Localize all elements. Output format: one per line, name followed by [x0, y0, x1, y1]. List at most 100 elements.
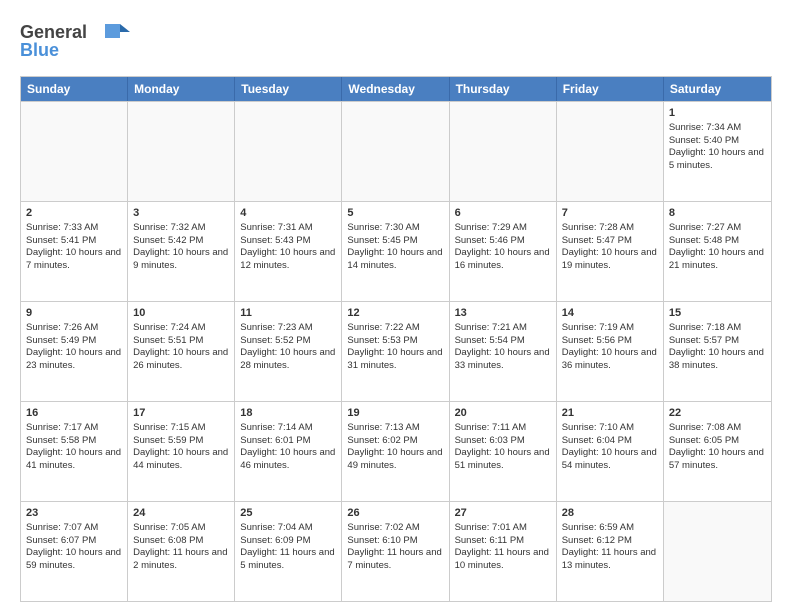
day-info: Sunrise: 7:29 AM Sunset: 5:46 PM Dayligh…: [455, 222, 550, 271]
calendar-cell: 6Sunrise: 7:29 AM Sunset: 5:46 PM Daylig…: [450, 202, 557, 301]
day-info: Sunrise: 7:08 AM Sunset: 6:05 PM Dayligh…: [669, 422, 764, 471]
day-info: Sunrise: 7:17 AM Sunset: 5:58 PM Dayligh…: [26, 422, 121, 471]
calendar-cell: 24Sunrise: 7:05 AM Sunset: 6:08 PM Dayli…: [128, 502, 235, 601]
day-number: 7: [562, 206, 658, 221]
calendar-cell: [664, 502, 771, 601]
day-number: 27: [455, 506, 551, 521]
day-number: 25: [240, 506, 336, 521]
calendar-cell: 17Sunrise: 7:15 AM Sunset: 5:59 PM Dayli…: [128, 402, 235, 501]
calendar-cell: [342, 102, 449, 201]
page: General Blue SundayMondayTuesdayWednesda…: [0, 0, 792, 612]
day-number: 14: [562, 306, 658, 321]
day-info: Sunrise: 7:10 AM Sunset: 6:04 PM Dayligh…: [562, 422, 657, 471]
calendar-cell: 26Sunrise: 7:02 AM Sunset: 6:10 PM Dayli…: [342, 502, 449, 601]
calendar-cell: 18Sunrise: 7:14 AM Sunset: 6:01 PM Dayli…: [235, 402, 342, 501]
day-number: 20: [455, 406, 551, 421]
day-header-wednesday: Wednesday: [342, 77, 449, 101]
calendar-cell: 11Sunrise: 7:23 AM Sunset: 5:52 PM Dayli…: [235, 302, 342, 401]
day-info: Sunrise: 6:59 AM Sunset: 6:12 PM Dayligh…: [562, 522, 656, 571]
calendar-week-4: 16Sunrise: 7:17 AM Sunset: 5:58 PM Dayli…: [21, 401, 771, 501]
logo-text: General Blue: [20, 16, 130, 66]
calendar-cell: 28Sunrise: 6:59 AM Sunset: 6:12 PM Dayli…: [557, 502, 664, 601]
calendar-header: SundayMondayTuesdayWednesdayThursdayFrid…: [21, 77, 771, 101]
logo: General Blue: [20, 16, 130, 66]
calendar-cell: 10Sunrise: 7:24 AM Sunset: 5:51 PM Dayli…: [128, 302, 235, 401]
day-info: Sunrise: 7:04 AM Sunset: 6:09 PM Dayligh…: [240, 522, 334, 571]
day-number: 12: [347, 306, 443, 321]
day-number: 2: [26, 206, 122, 221]
calendar-cell: 16Sunrise: 7:17 AM Sunset: 5:58 PM Dayli…: [21, 402, 128, 501]
day-number: 13: [455, 306, 551, 321]
logo-icon: General Blue: [20, 16, 130, 61]
day-info: Sunrise: 7:26 AM Sunset: 5:49 PM Dayligh…: [26, 322, 121, 371]
day-number: 28: [562, 506, 658, 521]
day-info: Sunrise: 7:01 AM Sunset: 6:11 PM Dayligh…: [455, 522, 549, 571]
day-number: 3: [133, 206, 229, 221]
day-info: Sunrise: 7:32 AM Sunset: 5:42 PM Dayligh…: [133, 222, 228, 271]
calendar-cell: 12Sunrise: 7:22 AM Sunset: 5:53 PM Dayli…: [342, 302, 449, 401]
calendar-cell: 1Sunrise: 7:34 AM Sunset: 5:40 PM Daylig…: [664, 102, 771, 201]
day-number: 17: [133, 406, 229, 421]
day-info: Sunrise: 7:21 AM Sunset: 5:54 PM Dayligh…: [455, 322, 550, 371]
calendar-cell: [128, 102, 235, 201]
day-number: 1: [669, 106, 766, 121]
calendar: SundayMondayTuesdayWednesdayThursdayFrid…: [20, 76, 772, 602]
calendar-cell: 23Sunrise: 7:07 AM Sunset: 6:07 PM Dayli…: [21, 502, 128, 601]
day-info: Sunrise: 7:28 AM Sunset: 5:47 PM Dayligh…: [562, 222, 657, 271]
day-number: 9: [26, 306, 122, 321]
day-number: 18: [240, 406, 336, 421]
day-header-friday: Friday: [557, 77, 664, 101]
calendar-cell: 22Sunrise: 7:08 AM Sunset: 6:05 PM Dayli…: [664, 402, 771, 501]
day-number: 15: [669, 306, 766, 321]
day-info: Sunrise: 7:15 AM Sunset: 5:59 PM Dayligh…: [133, 422, 228, 471]
day-number: 8: [669, 206, 766, 221]
day-number: 23: [26, 506, 122, 521]
day-info: Sunrise: 7:23 AM Sunset: 5:52 PM Dayligh…: [240, 322, 335, 371]
calendar-cell: 19Sunrise: 7:13 AM Sunset: 6:02 PM Dayli…: [342, 402, 449, 501]
day-number: 21: [562, 406, 658, 421]
day-info: Sunrise: 7:02 AM Sunset: 6:10 PM Dayligh…: [347, 522, 441, 571]
day-header-monday: Monday: [128, 77, 235, 101]
day-header-tuesday: Tuesday: [235, 77, 342, 101]
calendar-cell: 15Sunrise: 7:18 AM Sunset: 5:57 PM Dayli…: [664, 302, 771, 401]
day-number: 6: [455, 206, 551, 221]
day-header-thursday: Thursday: [450, 77, 557, 101]
day-number: 19: [347, 406, 443, 421]
day-info: Sunrise: 7:07 AM Sunset: 6:07 PM Dayligh…: [26, 522, 121, 571]
calendar-body: 1Sunrise: 7:34 AM Sunset: 5:40 PM Daylig…: [21, 101, 771, 601]
calendar-cell: [235, 102, 342, 201]
day-info: Sunrise: 7:05 AM Sunset: 6:08 PM Dayligh…: [133, 522, 227, 571]
day-info: Sunrise: 7:24 AM Sunset: 5:51 PM Dayligh…: [133, 322, 228, 371]
day-number: 4: [240, 206, 336, 221]
day-info: Sunrise: 7:22 AM Sunset: 5:53 PM Dayligh…: [347, 322, 442, 371]
calendar-cell: 25Sunrise: 7:04 AM Sunset: 6:09 PM Dayli…: [235, 502, 342, 601]
day-info: Sunrise: 7:13 AM Sunset: 6:02 PM Dayligh…: [347, 422, 442, 471]
calendar-week-3: 9Sunrise: 7:26 AM Sunset: 5:49 PM Daylig…: [21, 301, 771, 401]
day-info: Sunrise: 7:18 AM Sunset: 5:57 PM Dayligh…: [669, 322, 764, 371]
day-number: 10: [133, 306, 229, 321]
calendar-cell: 2Sunrise: 7:33 AM Sunset: 5:41 PM Daylig…: [21, 202, 128, 301]
day-number: 5: [347, 206, 443, 221]
day-info: Sunrise: 7:34 AM Sunset: 5:40 PM Dayligh…: [669, 122, 764, 171]
svg-text:General: General: [20, 22, 87, 42]
day-info: Sunrise: 7:30 AM Sunset: 5:45 PM Dayligh…: [347, 222, 442, 271]
calendar-cell: 21Sunrise: 7:10 AM Sunset: 6:04 PM Dayli…: [557, 402, 664, 501]
header: General Blue: [20, 16, 772, 66]
day-info: Sunrise: 7:14 AM Sunset: 6:01 PM Dayligh…: [240, 422, 335, 471]
calendar-week-5: 23Sunrise: 7:07 AM Sunset: 6:07 PM Dayli…: [21, 501, 771, 601]
calendar-cell: 13Sunrise: 7:21 AM Sunset: 5:54 PM Dayli…: [450, 302, 557, 401]
day-header-sunday: Sunday: [21, 77, 128, 101]
day-info: Sunrise: 7:19 AM Sunset: 5:56 PM Dayligh…: [562, 322, 657, 371]
calendar-cell: [450, 102, 557, 201]
day-info: Sunrise: 7:11 AM Sunset: 6:03 PM Dayligh…: [455, 422, 550, 471]
day-header-saturday: Saturday: [664, 77, 771, 101]
calendar-week-1: 1Sunrise: 7:34 AM Sunset: 5:40 PM Daylig…: [21, 101, 771, 201]
calendar-week-2: 2Sunrise: 7:33 AM Sunset: 5:41 PM Daylig…: [21, 201, 771, 301]
day-number: 11: [240, 306, 336, 321]
calendar-cell: 4Sunrise: 7:31 AM Sunset: 5:43 PM Daylig…: [235, 202, 342, 301]
calendar-cell: 27Sunrise: 7:01 AM Sunset: 6:11 PM Dayli…: [450, 502, 557, 601]
calendar-cell: 20Sunrise: 7:11 AM Sunset: 6:03 PM Dayli…: [450, 402, 557, 501]
day-info: Sunrise: 7:27 AM Sunset: 5:48 PM Dayligh…: [669, 222, 764, 271]
day-info: Sunrise: 7:33 AM Sunset: 5:41 PM Dayligh…: [26, 222, 121, 271]
day-number: 22: [669, 406, 766, 421]
